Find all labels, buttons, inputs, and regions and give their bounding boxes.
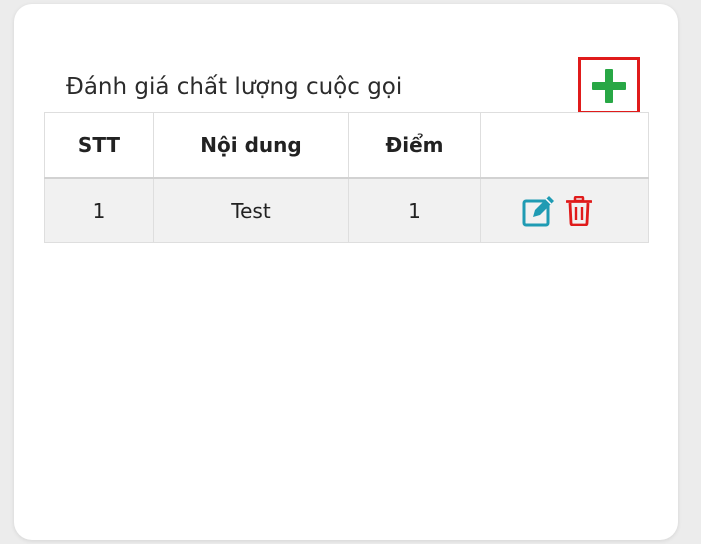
- row-actions: [481, 195, 648, 227]
- edit-button[interactable]: [522, 195, 556, 227]
- edit-icon: [522, 195, 554, 226]
- column-header-stt: STT: [44, 112, 154, 179]
- evaluation-card: Đánh giá chất lượng cuộc gọi STT Nội dun…: [14, 4, 678, 540]
- plus-icon: [592, 68, 626, 103]
- trash-icon: [565, 195, 592, 226]
- card-title: Đánh giá chất lượng cuộc gọi: [66, 74, 403, 100]
- cell-content: Test: [153, 177, 349, 243]
- cell-actions: [480, 177, 649, 243]
- cell-stt: 1: [44, 177, 154, 243]
- cell-score: 1: [348, 177, 481, 243]
- column-header-score: Điểm: [348, 112, 481, 179]
- table-header-row: STT Nội dung Điểm: [44, 112, 649, 179]
- add-button[interactable]: [578, 57, 640, 114]
- delete-button[interactable]: [565, 195, 592, 226]
- column-header-actions: [480, 112, 649, 179]
- evaluation-table: STT Nội dung Điểm 1 Test 1: [44, 112, 649, 243]
- column-header-content: Nội dung: [153, 112, 349, 179]
- table-row: 1 Test 1: [44, 177, 649, 243]
